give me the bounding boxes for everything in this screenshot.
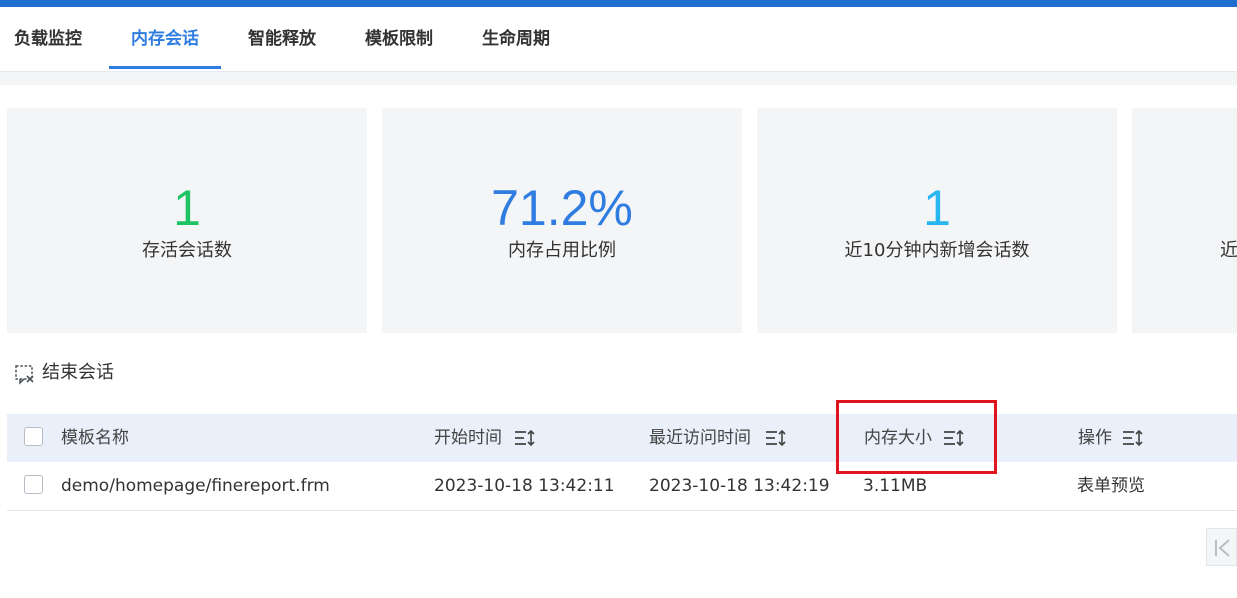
stat-value: 1 xyxy=(923,180,951,236)
table-row[interactable]: demo/homepage/finereport.frm 2023-10-18 … xyxy=(7,462,1237,511)
sort-icon[interactable] xyxy=(514,429,536,447)
form-preview-link[interactable]: 表单预览 xyxy=(1077,462,1145,510)
column-header-memory-size: 内存大小 xyxy=(864,428,932,448)
stat-caption: 存活会话数 xyxy=(142,240,232,261)
cell-last-access: 2023-10-18 13:42:19 xyxy=(649,476,830,496)
cell-start-time: 2023-10-18 13:42:11 xyxy=(434,476,615,496)
cell-template-name: demo/homepage/finereport.frm xyxy=(61,476,330,496)
row-checkbox[interactable] xyxy=(24,475,43,494)
cell-memory-size: 3.11MB xyxy=(863,476,928,496)
column-header-action: 操作 xyxy=(1078,428,1112,448)
tab-template-limit[interactable]: 模板限制 xyxy=(365,7,433,69)
tab-memory-session[interactable]: 内存会话 xyxy=(109,7,221,69)
stat-card-partial: 近 xyxy=(1132,108,1237,333)
sort-icon[interactable] xyxy=(943,429,965,447)
pager-first-page-button[interactable] xyxy=(1206,528,1237,566)
top-accent-bar xyxy=(0,0,1237,7)
stat-card-memory-ratio: 71.2% 内存占用比例 xyxy=(382,108,742,333)
select-all-checkbox[interactable] xyxy=(24,427,43,446)
sort-icon[interactable] xyxy=(765,429,787,447)
column-header-last-access: 最近访问时间 xyxy=(649,428,751,448)
stat-caption: 近10分钟内新增会话数 xyxy=(844,240,1030,261)
end-session-label: 结束会话 xyxy=(42,362,114,383)
section-divider xyxy=(0,72,1237,85)
tab-bar: 负载监控 内存会话 智能释放 模板限制 生命周期 xyxy=(0,7,1237,72)
stat-caption: 内存占用比例 xyxy=(508,240,616,261)
tab-lifecycle[interactable]: 生命周期 xyxy=(482,7,550,69)
column-header-template-name: 模板名称 xyxy=(61,428,129,448)
stat-value: 1 xyxy=(173,180,201,236)
column-header-start-time: 开始时间 xyxy=(434,428,502,448)
end-session-icon xyxy=(14,363,36,385)
first-page-icon xyxy=(1214,538,1232,562)
stat-caption: 近 xyxy=(1220,240,1237,261)
tab-load-monitor[interactable]: 负载监控 xyxy=(14,7,82,69)
stat-value: 71.2% xyxy=(491,180,633,236)
tab-smart-release[interactable]: 智能释放 xyxy=(248,7,316,69)
stat-card-new-sessions: 1 近10分钟内新增会话数 xyxy=(757,108,1117,333)
sort-icon[interactable] xyxy=(1122,429,1144,447)
table-header: 模板名称 开始时间 最近访问时间 内存大小 操作 xyxy=(7,414,1237,462)
stat-card-live-sessions: 1 存活会话数 xyxy=(7,108,367,333)
